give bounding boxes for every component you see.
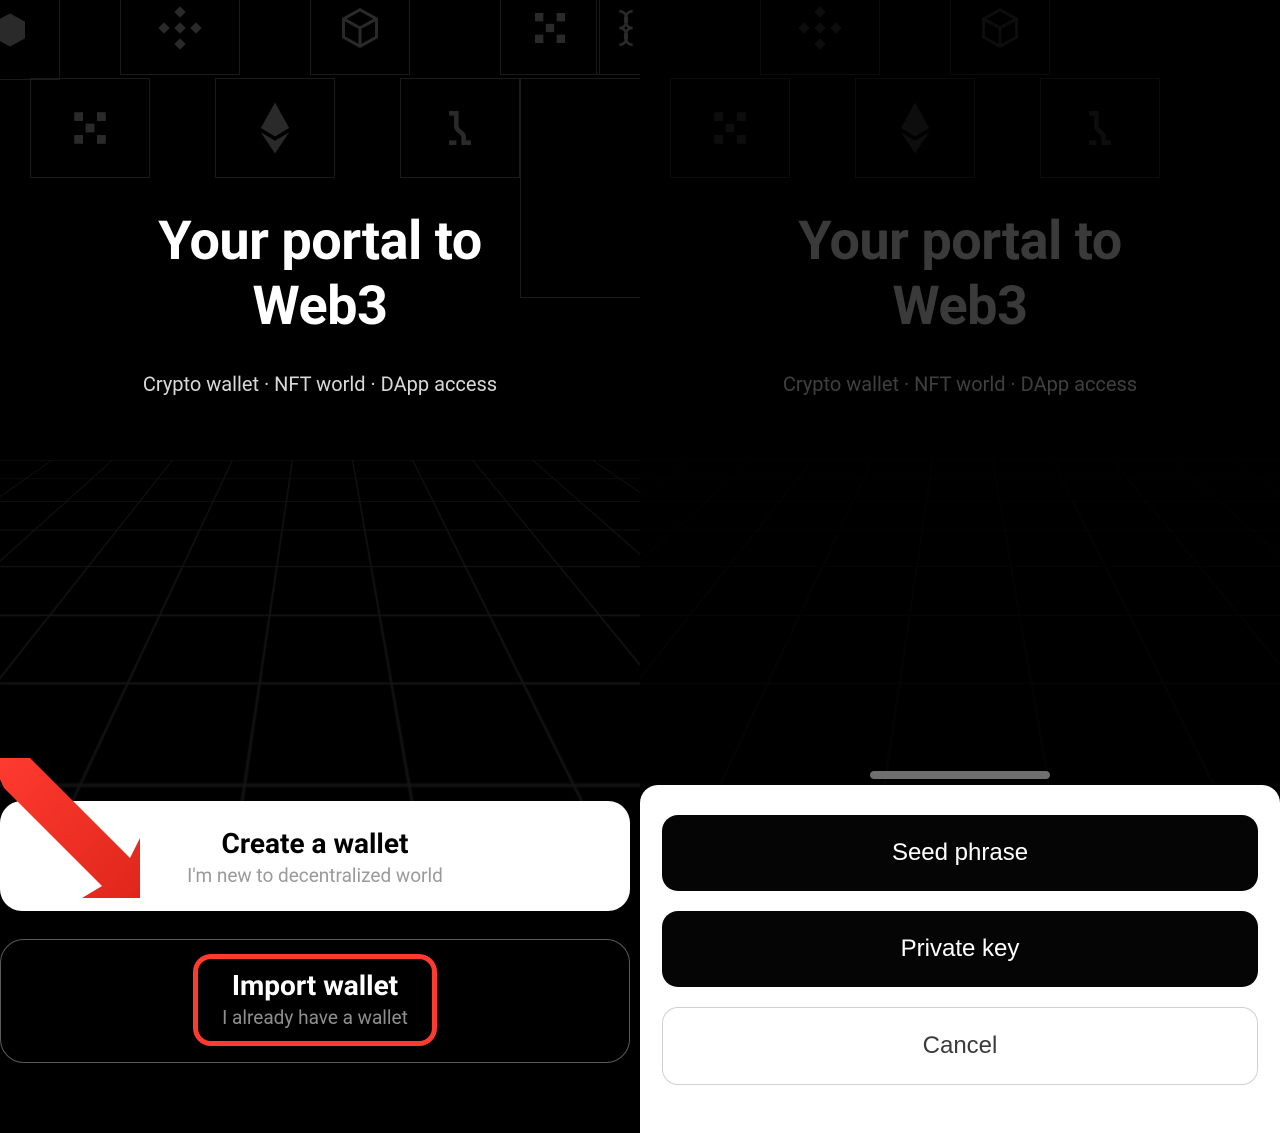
- hero-title-line1: Your portal to: [158, 210, 482, 273]
- annotation-arrow-icon: [0, 758, 150, 898]
- hexagon-icon: [0, 10, 30, 50]
- binance-icon: [156, 4, 204, 52]
- private-key-button[interactable]: Private key: [662, 911, 1258, 987]
- link-icon: [606, 8, 640, 48]
- create-wallet-subtitle: I'm new to decentralized world: [187, 864, 443, 887]
- import-wallet-title: Import wallet: [232, 969, 398, 1002]
- grid-cell: [310, 0, 410, 75]
- cube-icon: [338, 6, 382, 50]
- grid-cell: [0, 0, 60, 80]
- create-wallet-title: Create a wallet: [222, 827, 409, 860]
- grid-cell: [500, 0, 600, 75]
- sheet-drag-handle[interactable]: [870, 771, 1050, 779]
- connector-icon: [438, 106, 482, 150]
- onboarding-screen-left: Your portal to Web3 Crypto wallet · NFT …: [0, 0, 640, 1133]
- hero-section: Your portal to Web3 Crypto wallet · NFT …: [0, 210, 640, 396]
- cancel-button[interactable]: Cancel: [662, 1007, 1258, 1085]
- annotation-highlight-box: Import wallet I already have a wallet: [193, 954, 437, 1046]
- hero-title-line2: Web3: [253, 275, 388, 338]
- grid-cell: [30, 78, 150, 178]
- grid-cell: [215, 78, 335, 178]
- import-options-sheet: Seed phrase Private key Cancel: [640, 785, 1280, 1133]
- hero-title: Your portal to Web3: [0, 210, 640, 340]
- import-wallet-subtitle: I already have a wallet: [222, 1006, 408, 1029]
- hero-subtitle: Crypto wallet · NFT world · DApp access: [0, 372, 640, 396]
- grid-cell: [400, 78, 520, 178]
- ethereum-icon: [258, 102, 292, 154]
- import-wallet-button[interactable]: Import wallet I already have a wallet: [0, 939, 630, 1063]
- pixel-icon: [69, 107, 111, 149]
- grid-cell: [596, 0, 640, 75]
- pixel-icon: [530, 8, 570, 48]
- background-icon-grid: [0, 0, 640, 200]
- grid-cell: [120, 0, 240, 75]
- onboarding-screen-right: Your portal to Web3 Crypto wallet · NFT …: [640, 0, 1280, 1133]
- seed-phrase-button[interactable]: Seed phrase: [662, 815, 1258, 891]
